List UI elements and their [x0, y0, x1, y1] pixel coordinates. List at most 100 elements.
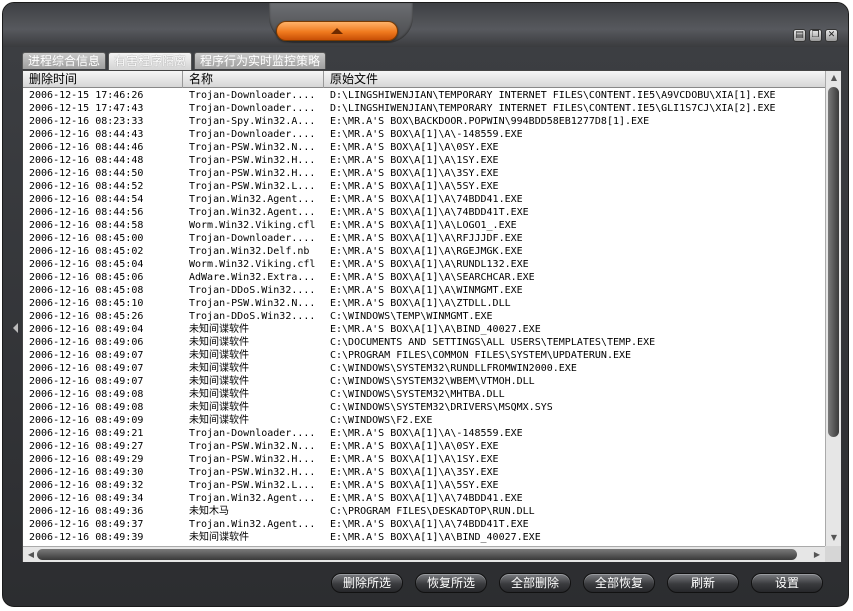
name-cell: 未知间谍软件 — [189, 337, 249, 348]
table-row[interactable]: 2006-12-16 08:45:00 Trojan-Downloader....… — [23, 232, 825, 245]
tab-behavior-monitor-policy[interactable]: 程序行为实时监控策略 — [194, 52, 327, 69]
delete-time-cell: 2006-12-16 08:44:50 — [29, 168, 144, 179]
collapse-toggle-button[interactable] — [276, 21, 398, 41]
original-file-cell: D:\LINGSHIWENJIAN\TEMPORARY INTERNET FIL… — [330, 103, 776, 114]
restore-selected-button[interactable]: 恢复所选 — [415, 573, 487, 593]
table-row[interactable]: 2006-12-16 08:49:21 Trojan-Downloader....… — [23, 427, 825, 440]
table-row[interactable]: 2006-12-16 08:44:50 Trojan-PSW.Win32.H...… — [23, 167, 825, 180]
column-header-name[interactable]: 名称 — [183, 71, 324, 88]
delete-selected-button[interactable]: 删除所选 — [331, 573, 403, 593]
delete-time-cell: 2006-12-16 08:49:08 — [29, 402, 144, 413]
original-file-cell: E:\MR.A'S BOX\A[1]\A\WINMGMT.EXE — [330, 285, 523, 296]
tab-bar: 进程综合信息 有害程序隔离 程序行为实时监控策略 — [22, 52, 327, 70]
table-row[interactable]: 2006-12-16 08:49:30 Trojan-PSW.Win32.H...… — [23, 466, 825, 479]
table-row[interactable]: 2006-12-16 08:49:32 Trojan-PSW.Win32.L...… — [23, 479, 825, 492]
close-icon[interactable]: ✕ — [825, 29, 838, 42]
table-row[interactable]: 2006-12-16 08:49:04 未知间谍软件 E:\MR.A'S BOX\A… — [23, 323, 825, 336]
delete-time-cell: 2006-12-16 08:45:26 — [29, 311, 144, 322]
name-cell: Worm.Win32.Viking.cfl — [189, 220, 316, 231]
scroll-up-icon[interactable]: ▲ — [826, 71, 842, 85]
original-file-cell: E:\MR.A'S BOX\A[1]\A\1SY.EXE — [330, 155, 499, 166]
refresh-button[interactable]: 刷新 — [667, 573, 739, 593]
scroll-right-icon[interactable]: ▶ — [809, 548, 825, 562]
delete-time-cell: 2006-12-16 08:49:06 — [29, 337, 144, 348]
original-file-cell: E:\MR.A'S BOX\A[1]\A\BIND_40027.EXE — [330, 532, 541, 543]
table-row[interactable]: 2006-12-16 08:45:10 Trojan-PSW.Win32.N...… — [23, 297, 825, 310]
original-file-cell: E:\MR.A'S BOX\A[1]\A\3SY.EXE — [330, 467, 499, 478]
table-row[interactable]: 2006-12-16 08:45:08 Trojan-DDoS.Win32....… — [23, 284, 825, 297]
table-row[interactable]: 2006-12-16 08:49:08 未知间谍软件 C:\WINDOWS\SYST… — [23, 388, 825, 401]
delete-all-button[interactable]: 全部删除 — [499, 573, 571, 593]
delete-time-cell: 2006-12-16 08:49:07 — [29, 350, 144, 361]
settings-button[interactable]: 设置 — [751, 573, 823, 593]
table-row[interactable]: 2006-12-15 17:46:26 Trojan-Downloader....… — [23, 89, 825, 102]
name-cell: 未知间谍软件 — [189, 415, 249, 426]
table-row[interactable]: 2006-12-16 08:49:39 未知间谍软件 E:\MR.A'S BOX\A… — [23, 531, 825, 544]
delete-time-cell: 2006-12-16 08:23:33 — [29, 116, 144, 127]
delete-time-cell: 2006-12-16 08:44:54 — [29, 194, 144, 205]
original-file-cell: E:\MR.A'S BOX\A[1]\A\BIND_40027.EXE — [330, 324, 541, 335]
tab-malware-quarantine[interactable]: 有害程序隔离 — [108, 52, 193, 70]
table-row[interactable]: 2006-12-16 08:45:06 AdWare.Win32.Extra...… — [23, 271, 825, 284]
table-row[interactable]: 2006-12-16 08:49:07 未知间谍软件 C:\WINDOWS\SYST… — [23, 375, 825, 388]
column-header-delete-time[interactable]: 删除时间 — [23, 71, 183, 88]
table-row[interactable]: 2006-12-16 08:49:08 未知间谍软件 C:\WINDOWS\SYST… — [23, 401, 825, 414]
table-header: 删除时间 名称 原始文件 — [23, 71, 825, 88]
name-cell: Worm.Win32.Viking.cfl — [189, 259, 316, 270]
original-file-cell: E:\MR.A'S BOX\A[1]\A\RFJJJDF.EXE — [330, 233, 523, 244]
vertical-scrollbar[interactable]: ▲ ▼ — [825, 71, 841, 546]
original-file-cell: C:\PROGRAM FILES\COMMON FILES\SYSTEM\UPD… — [330, 350, 632, 361]
delete-time-cell: 2006-12-16 08:44:56 — [29, 207, 144, 218]
table-row[interactable]: 2006-12-16 08:49:29 Trojan-PSW.Win32.H...… — [23, 453, 825, 466]
arrow-up-icon — [331, 28, 343, 34]
table-row[interactable]: 2006-12-16 08:49:27 Trojan-PSW.Win32.N...… — [23, 440, 825, 453]
table-row[interactable]: 2006-12-16 08:44:58 Worm.Win32.Viking.cfl… — [23, 219, 825, 232]
restore-all-button[interactable]: 全部恢复 — [583, 573, 655, 593]
table-row[interactable]: 2006-12-16 08:44:56 Trojan.Win32.Agent...… — [23, 206, 825, 219]
table-row[interactable]: 2006-12-16 08:49:07 未知间谍软件 C:\PROGRAM FILE… — [23, 349, 825, 362]
chevron-left-icon[interactable] — [13, 323, 18, 333]
delete-time-cell: 2006-12-16 08:44:43 — [29, 129, 144, 140]
tab-process-info[interactable]: 进程综合信息 — [22, 52, 107, 69]
restore-icon[interactable]: ❐ — [809, 29, 822, 42]
title-bar[interactable] — [3, 3, 848, 47]
table-row[interactable]: 2006-12-16 08:49:36 未知木马 C:\PROGRAM FILES\… — [23, 505, 825, 518]
table-row[interactable]: 2006-12-16 08:44:43 Trojan-Downloader....… — [23, 128, 825, 141]
original-file-cell: C:\WINDOWS\SYSTEM32\RUNDLLFROMWIN2000.EX… — [330, 363, 577, 374]
table-row[interactable]: 2006-12-16 08:45:26 Trojan-DDoS.Win32....… — [23, 310, 825, 323]
table-row[interactable]: 2006-12-16 08:23:33 Trojan-Spy.Win32.A...… — [23, 115, 825, 128]
table-row[interactable]: 2006-12-16 08:45:04 Worm.Win32.Viking.cfl… — [23, 258, 825, 271]
menu-icon[interactable]: ▤ — [793, 29, 806, 42]
delete-time-cell: 2006-12-16 08:45:02 — [29, 246, 144, 257]
name-cell: Trojan.Win32.Agent... — [189, 194, 316, 205]
name-cell: 未知间谍软件 — [189, 350, 249, 361]
horizontal-scroll-thumb[interactable] — [37, 549, 797, 560]
table-row[interactable]: 2006-12-16 08:45:02 Trojan.Win32.Delf.nb E… — [23, 245, 825, 258]
delete-time-cell: 2006-12-16 08:49:08 — [29, 389, 144, 400]
scroll-down-icon[interactable]: ▼ — [826, 531, 842, 545]
table-row[interactable]: 2006-12-16 08:44:46 Trojan-PSW.Win32.N...… — [23, 141, 825, 154]
table-row[interactable]: 2006-12-16 08:49:07 未知间谍软件 C:\WINDOWS\SYST… — [23, 362, 825, 375]
table-row[interactable]: 2006-12-15 17:47:43 Trojan-Downloader....… — [23, 102, 825, 115]
delete-time-cell: 2006-12-16 08:49:04 — [29, 324, 144, 335]
name-cell: Trojan.Win32.Agent... — [189, 207, 316, 218]
table-row[interactable]: 2006-12-16 08:44:48 Trojan-PSW.Win32.H...… — [23, 154, 825, 167]
table-row[interactable]: 2006-12-16 08:49:09 未知间谍软件 C:\WINDOWS\F2.E… — [23, 414, 825, 427]
original-file-cell: D:\LINGSHIWENJIAN\TEMPORARY INTERNET FIL… — [330, 90, 776, 101]
name-cell: Trojan-PSW.Win32.N... — [189, 441, 316, 452]
horizontal-scrollbar[interactable]: ◀ ▶ — [23, 546, 825, 562]
original-file-cell: E:\MR.A'S BOX\A[1]\A\LOGO1_.EXE — [330, 220, 517, 231]
table-row[interactable]: 2006-12-16 08:44:54 Trojan.Win32.Agent...… — [23, 193, 825, 206]
table-row[interactable]: 2006-12-16 08:44:52 Trojan-PSW.Win32.L...… — [23, 180, 825, 193]
delete-time-cell: 2006-12-16 08:45:04 — [29, 259, 144, 270]
table-row[interactable]: 2006-12-16 08:49:37 Trojan.Win32.Agent...… — [23, 518, 825, 531]
column-header-original-file[interactable]: 原始文件 — [324, 71, 825, 88]
delete-time-cell: 2006-12-16 08:44:58 — [29, 220, 144, 231]
vertical-scroll-thumb[interactable] — [828, 87, 839, 437]
name-cell: 未知间谍软件 — [189, 389, 249, 400]
table-row[interactable]: 2006-12-16 08:49:06 未知间谍软件 C:\DOCUMENTS AN… — [23, 336, 825, 349]
name-cell: Trojan.Win32.Agent... — [189, 493, 316, 504]
delete-time-cell: 2006-12-16 08:49:27 — [29, 441, 144, 452]
original-file-cell: E:\MR.A'S BOX\A[1]\A\ZTDLL.DLL — [330, 298, 511, 309]
table-row[interactable]: 2006-12-16 08:49:34 Trojan.Win32.Agent...… — [23, 492, 825, 505]
